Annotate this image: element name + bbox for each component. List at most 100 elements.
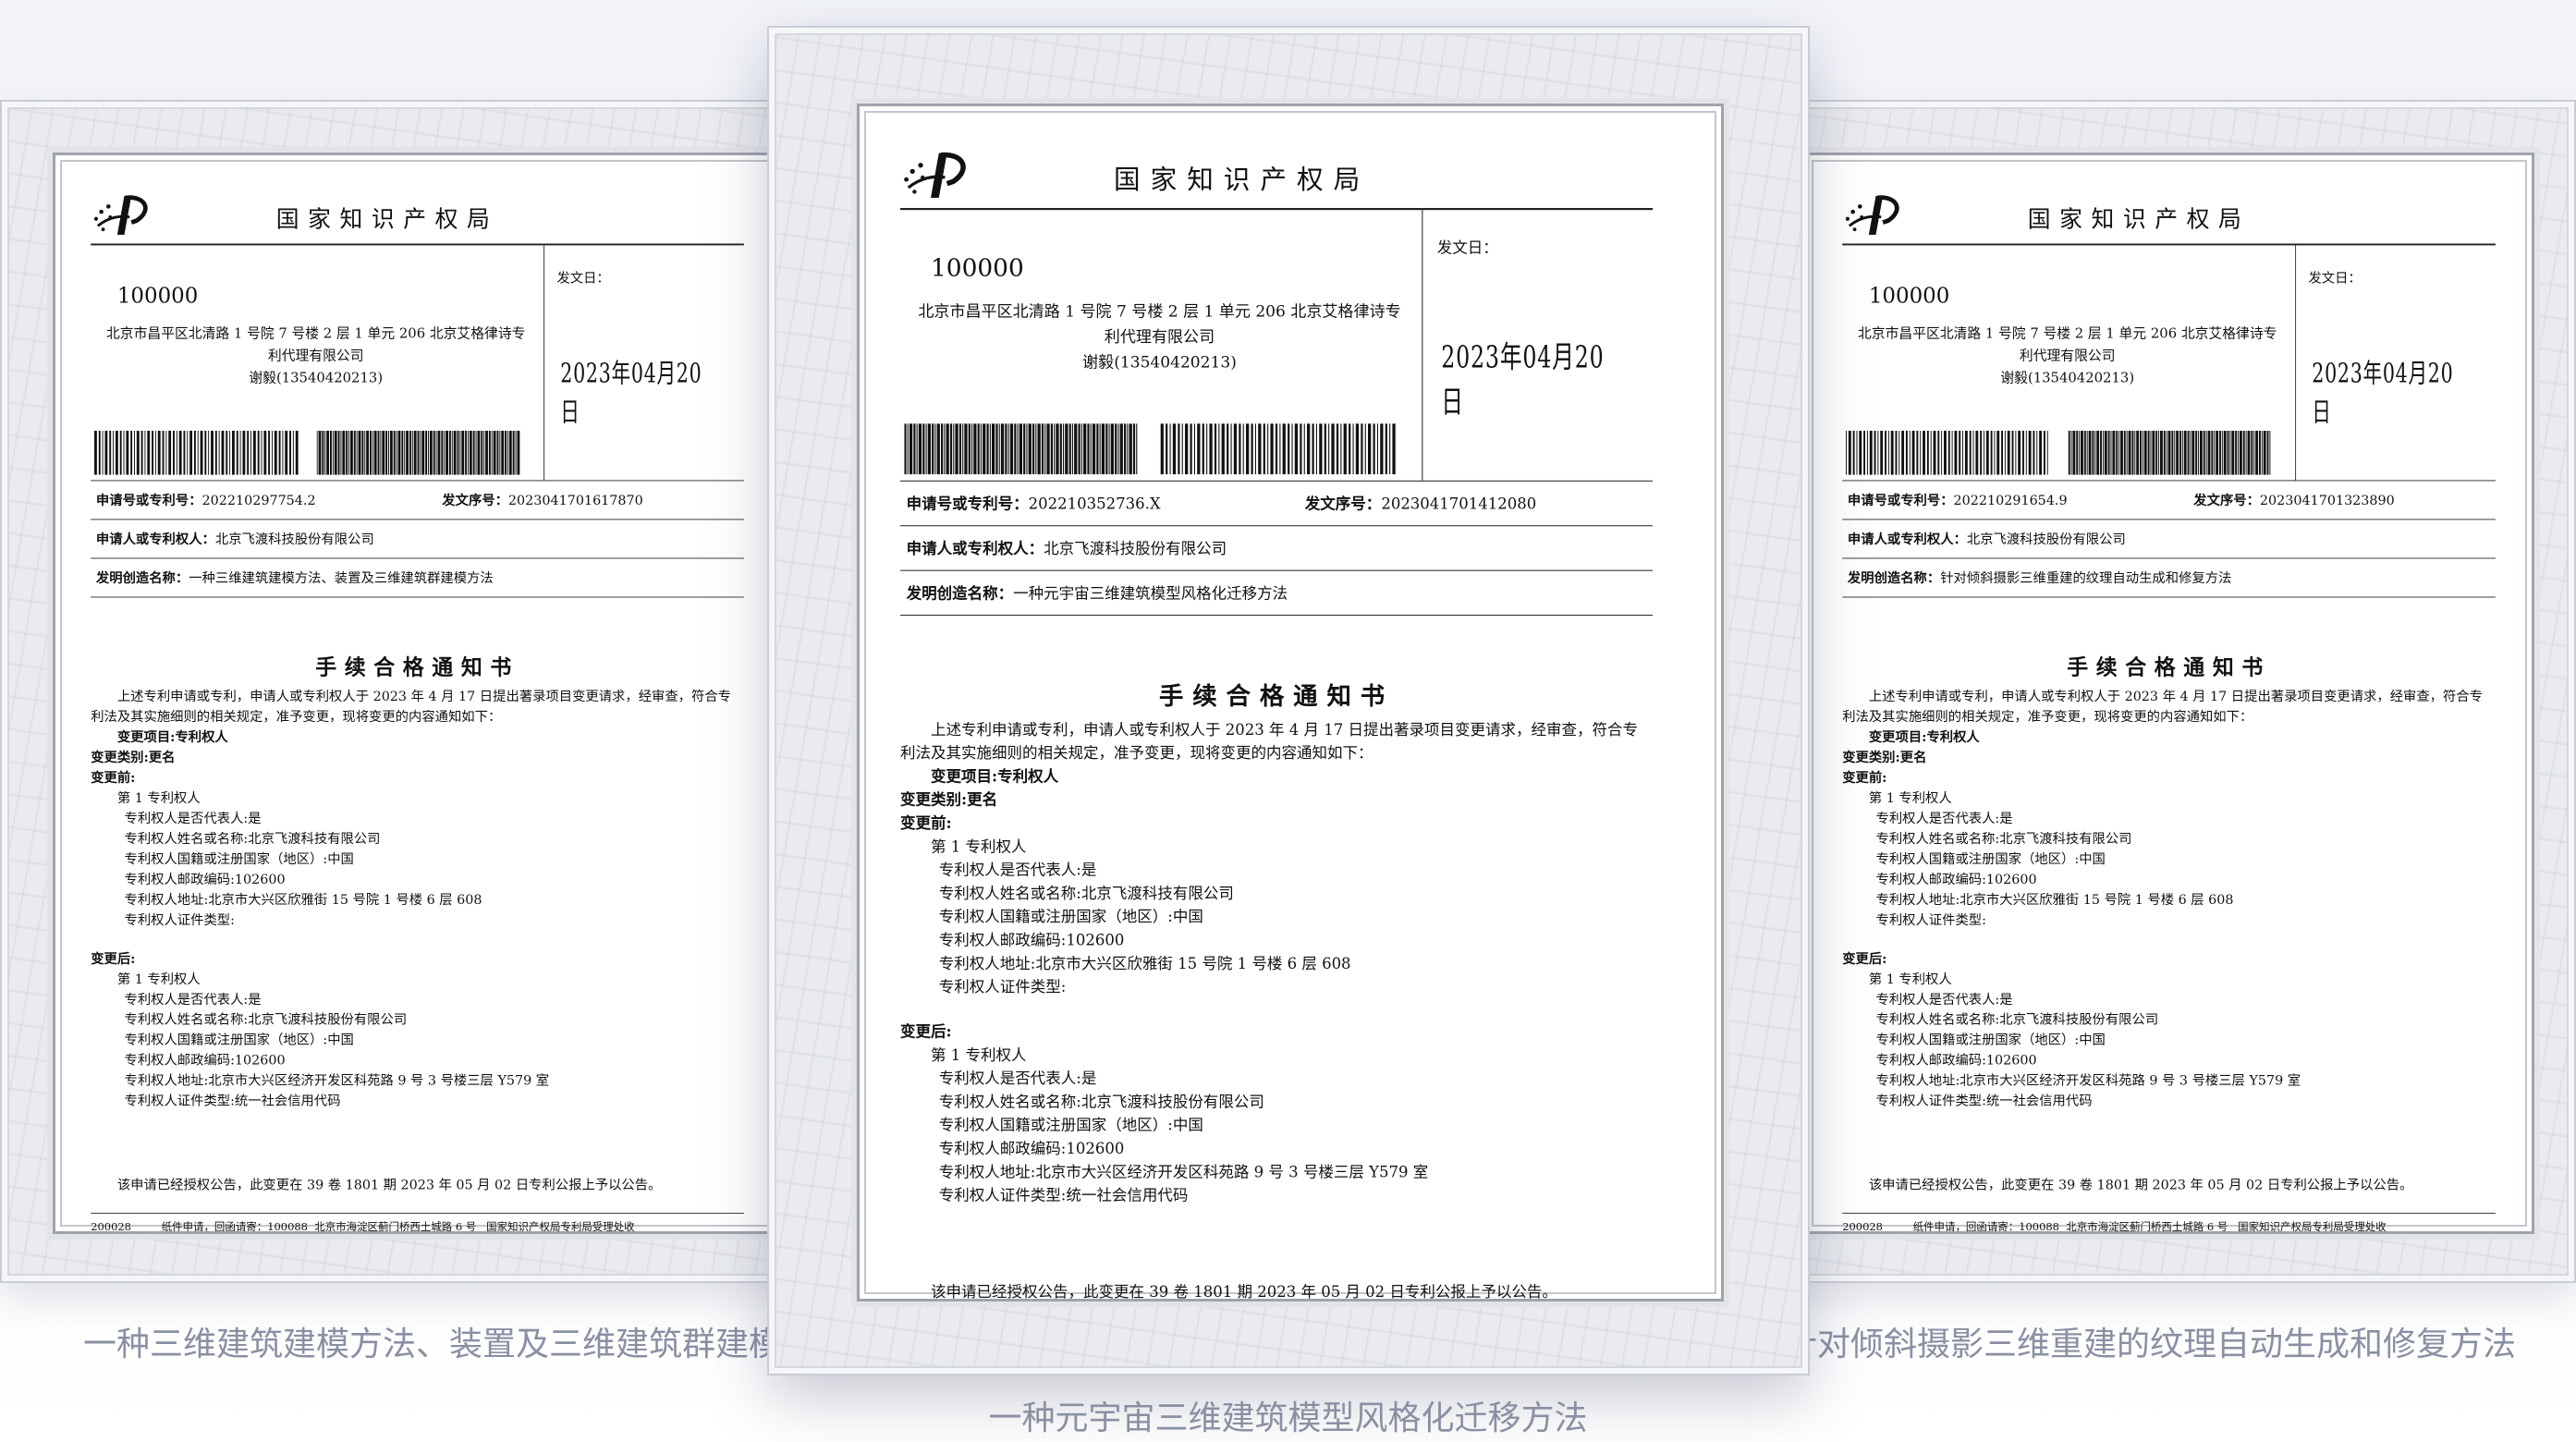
change-detail-line: 第 1 专利权人 (1868, 789, 1952, 806)
change-detail-line: 专利权人国籍或注册国家（地区）:中国 (124, 850, 354, 867)
divider (900, 480, 1653, 482)
publication-note: 该申请已经授权公告，此变更在 39 卷 1801 期 2023 年 05 月 0… (116, 1176, 662, 1193)
change-detail-line: 专利权人姓名或名称:北京飞渡科技有限公司 (938, 884, 1234, 903)
serial-number-row: 发文序号：2023041701323890 (2193, 492, 2395, 508)
applicant-row: 申请人或专利权人：北京飞渡科技股份有限公司 (95, 531, 374, 548)
divider (91, 596, 744, 598)
barcode-icon (2068, 430, 2271, 475)
invention-title-row: 发明创造名称：一种三维建筑建模方法、装置及三维建筑群建模方法 (95, 569, 494, 587)
change-detail-line: 专利权人邮政编码:102600 (938, 931, 1125, 949)
patent-notice-document: 国家知识产权局 100000 北京市昌平区北清路 1 号院 7 号楼 2 层 1… (1807, 155, 2531, 1234)
change-detail-line: 专利权人姓名或名称:北京飞渡科技有限公司 (1875, 830, 2132, 847)
cnipa-logo-icon (1845, 195, 1899, 235)
issue-date-label: 发文日： (1436, 238, 1498, 257)
change-detail-line: 专利权人是否代表人:是 (124, 991, 262, 1008)
cnipa-logo-icon (93, 195, 148, 235)
change-detail-line: 专利权人地址:北京市大兴区欣雅街 15 号院 1 号楼 6 层 608 (938, 954, 1351, 973)
application-number-row: 申请号或专利号：202210297754.2 (95, 492, 316, 508)
caption-right: 针对倾斜摄影三维重建的纹理自动生成和修复方法 (1784, 1326, 2517, 1363)
recipient-address: 北京市昌平区北清路 1 号院 7 号楼 2 层 1 单元 206 北京艾格律诗专… (918, 302, 1401, 373)
mailing-instructions: 纸件申请，回函请寄：100088 北京市海淀区蓟门桥西土城路 6 号 国家知识产… (161, 1220, 635, 1234)
notice-title: 手续合格通知书 (1158, 680, 1395, 711)
barcode-icon (1160, 423, 1396, 475)
invention-title-row: 发明创造名称：针对倾斜摄影三维重建的纹理自动生成和修复方法 (1847, 569, 2232, 587)
applicant-row: 申请人或专利权人：北京飞渡科技股份有限公司 (906, 539, 1227, 558)
notice-title: 手续合格通知书 (2067, 654, 2271, 680)
notice-body: 上述专利申请或专利，申请人或专利权人于 2023 年 4 月 17 日提出著录项… (1842, 687, 2496, 1111)
change-detail-line: 专利权人姓名或名称:北京飞渡科技股份有限公司 (124, 1011, 408, 1028)
agency-name: 国家知识产权局 (2027, 206, 2251, 234)
change-detail-line: 专利权人姓名或名称:北京飞渡科技股份有限公司 (1875, 1011, 2159, 1028)
certificate-frame-right: 国家知识产权局 100000 北京市昌平区北清路 1 号院 7 号楼 2 层 1… (1752, 100, 2576, 1283)
certificate-frame-left: 国家知识产权局 100000 北京市昌平区北清路 1 号院 7 号楼 2 层 1… (0, 100, 832, 1283)
divider (900, 525, 1653, 527)
issue-date-label: 发文日： (2308, 270, 2362, 287)
divider (1842, 557, 2496, 559)
issue-date: 2023年04月20日 (560, 358, 702, 429)
divider (1842, 243, 2496, 246)
divider (900, 569, 1653, 571)
postcode: 100000 (1868, 283, 1950, 309)
patent-notice-document: 国家知识产权局 100000 北京市昌平区北清路 1 号院 7 号楼 2 层 1… (860, 106, 1693, 1301)
application-number-row: 申请号或专利号：202210352736.X (906, 495, 1161, 513)
applicant-row: 申请人或专利权人：北京飞渡科技股份有限公司 (1847, 531, 2126, 548)
divider (91, 243, 744, 246)
change-detail-line: 第 1 专利权人 (931, 837, 1027, 856)
certificate-frame-center: 国家知识产权局 100000 北京市昌平区北清路 1 号院 7 号楼 2 层 1… (767, 26, 1810, 1375)
divider (900, 208, 1653, 211)
divider (91, 480, 744, 482)
agency-name: 国家知识产权局 (275, 206, 499, 234)
change-detail-line: 第 1 专利权人 (1868, 971, 1952, 987)
serial-number-row: 发文序号：2023041701617870 (442, 492, 643, 508)
barcode-icon (316, 430, 520, 475)
publication-note: 该申请已经授权公告，此变更在 39 卷 1801 期 2023 年 05 月 0… (931, 1282, 1557, 1301)
change-detail-line: 专利权人邮政编码:102600 (124, 871, 286, 887)
serial-number-row: 发文序号：2023041701412080 (1304, 495, 1537, 513)
notice-body: 上述专利申请或专利，申请人或专利权人于 2023 年 4 月 17 日提出著录项… (900, 718, 1653, 1207)
certificate-mat: 国家知识产权局 100000 北京市昌平区北清路 1 号院 7 号楼 2 层 1… (53, 153, 783, 1234)
divider (900, 615, 1653, 617)
barcode-icon (904, 423, 1138, 475)
change-detail-line: 专利权人姓名或名称:北京飞渡科技股份有限公司 (938, 1093, 1264, 1111)
barcode-icon (94, 430, 299, 475)
change-detail-line: 专利权人国籍或注册国家（地区）:中国 (124, 1032, 354, 1048)
divider (1842, 480, 2496, 482)
change-detail-line: 专利权人姓名或名称:北京飞渡科技有限公司 (124, 830, 381, 847)
change-detail-line: 专利权人国籍或注册国家（地区）:中国 (1875, 850, 2106, 867)
publication-note: 该申请已经授权公告，此变更在 39 卷 1801 期 2023 年 05 月 0… (1868, 1176, 2413, 1193)
change-detail-line: 第 1 专利权人 (931, 1045, 1027, 1065)
change-detail-line: 专利权人证件类型: (938, 977, 1067, 996)
change-detail-line: 专利权人地址:北京市大兴区欣雅街 15 号院 1 号楼 6 层 608 (1875, 891, 2234, 908)
change-detail-line: 专利权人是否代表人:是 (938, 1069, 1097, 1088)
mailing-instructions: 纸件申请，回函请寄：100088 北京市海淀区蓟门桥西土城路 6 号 国家知识产… (1912, 1220, 2387, 1234)
divider (91, 1213, 744, 1215)
caption-left: 一种三维建筑建模方法、装置及三维建筑群建模方法 (83, 1326, 849, 1363)
change-detail-line: 专利权人地址:北京市大兴区经济开发区科苑路 9 号 3 号楼三层 Y579 室 (124, 1072, 550, 1089)
invention-title-row: 发明创造名称：一种元宇宙三维建筑模型风格化迁移方法 (906, 584, 1288, 603)
certificate-mat: 国家知识产权局 100000 北京市昌平区北清路 1 号院 7 号楼 2 层 1… (1804, 153, 2534, 1234)
change-detail-line: 专利权人证件类型: (124, 911, 235, 928)
form-code: 200028 2022.10 (1842, 1220, 1883, 1234)
change-detail-line: 专利权人是否代表人:是 (124, 810, 262, 826)
caption-center: 一种元宇宙三维建筑模型风格化迁移方法 (988, 1399, 1588, 1437)
recipient-address: 北京市昌平区北清路 1 号院 7 号楼 2 层 1 单元 206 北京艾格律诗专… (106, 325, 526, 386)
issue-date-label: 发文日： (556, 270, 610, 287)
change-detail-line: 专利权人邮政编码:102600 (1875, 871, 2037, 887)
agency-name: 国家知识产权局 (1114, 165, 1371, 196)
patent-notice-document: 国家知识产权局 100000 北京市昌平区北清路 1 号院 7 号楼 2 层 1… (55, 155, 779, 1234)
application-number-row: 申请号或专利号：202210291654.9 (1847, 492, 2068, 508)
certificate-mat: 国家知识产权局 100000 北京市昌平区北清路 1 号院 7 号楼 2 层 1… (857, 104, 1724, 1301)
divider (1842, 1213, 2496, 1215)
change-detail-line: 专利权人邮政编码:102600 (124, 1052, 286, 1069)
divider (543, 243, 545, 481)
change-detail-line: 专利权人是否代表人:是 (1875, 810, 2013, 826)
issue-date: 2023年04月20日 (2312, 358, 2454, 429)
change-detail-line: 第 1 专利权人 (116, 971, 201, 987)
divider (2295, 243, 2297, 481)
postcode: 100000 (931, 253, 1024, 283)
change-detail-line: 专利权人证件类型:统一社会信用代码 (938, 1186, 1189, 1204)
postcode: 100000 (116, 283, 199, 309)
change-detail-line: 专利权人国籍或注册国家（地区）:中国 (938, 1116, 1203, 1135)
change-detail-line: 第 1 专利权人 (116, 789, 201, 806)
divider (91, 557, 744, 559)
